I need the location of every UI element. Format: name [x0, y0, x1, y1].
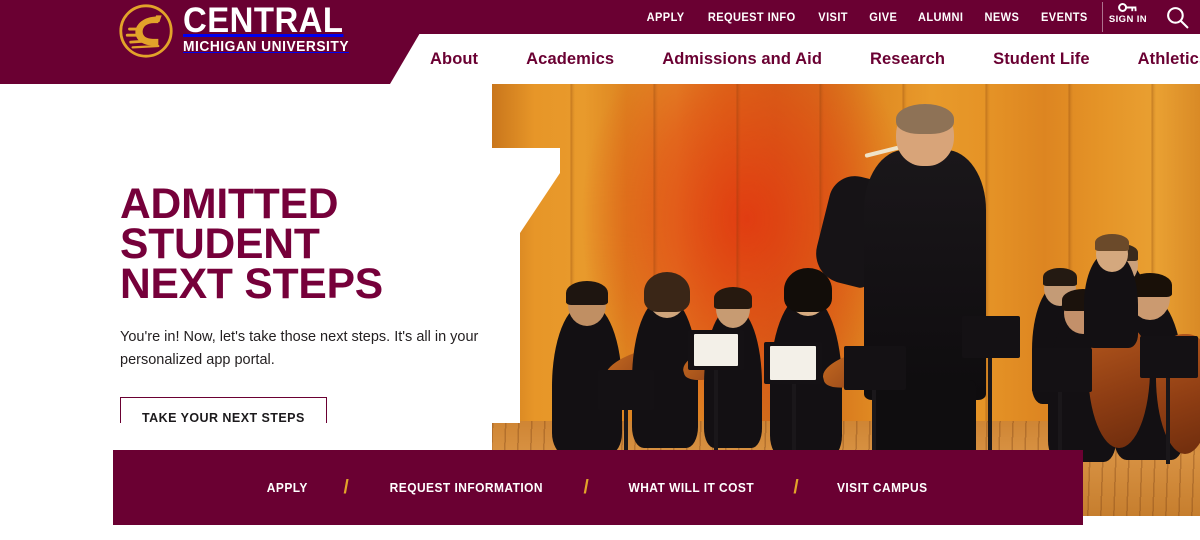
quick-link-separator: /	[343, 476, 349, 498]
main-nav-item-student-life[interactable]: Student Life	[993, 50, 1090, 69]
headline-line-2: NEXT STEPS	[120, 259, 383, 308]
key-icon	[1118, 3, 1137, 12]
utility-nav-item-news[interactable]: NEWS	[985, 10, 1020, 24]
utility-nav-divider	[1102, 2, 1103, 32]
quick-link-request-information[interactable]: REQUEST INFORMATION	[358, 480, 574, 495]
hero-card: ADMITTED STUDENT NEXT STEPS You're in! N…	[80, 148, 560, 423]
utility-nav: APPLY REQUEST INFO VISIT GIVE ALUMNI NEW…	[645, 0, 1090, 33]
performer-hair	[714, 287, 752, 309]
main-nav-item-research[interactable]: Research	[870, 50, 945, 69]
performer-hair	[1095, 234, 1129, 251]
music-stand-top	[1140, 336, 1198, 378]
sign-in-label: SIGN IN	[1108, 14, 1148, 25]
quick-link-what-will-it-cost[interactable]: WHAT WILL IT COST	[597, 480, 785, 495]
sheet-music	[770, 346, 816, 380]
utility-nav-item-apply[interactable]: APPLY	[646, 10, 684, 24]
headline-line-1: ADMITTED STUDENT	[120, 180, 339, 268]
performer-hair	[566, 281, 608, 305]
quick-link-visit-campus[interactable]: VISIT CAMPUS	[805, 480, 958, 495]
main-nav-item-athletics[interactable]: Athletics	[1138, 50, 1200, 69]
music-stand-pole	[988, 358, 992, 462]
logo-wordmark: CENTRAL MICHIGAN UNIVERSITY	[183, 1, 358, 56]
music-stand-top	[962, 316, 1020, 358]
logo-line-2: MICHIGAN UNIVERSITY	[183, 39, 350, 56]
quick-link-separator: /	[583, 476, 589, 498]
main-nav: About Academics Admissions and Aid Resea…	[430, 34, 1200, 84]
main-nav-item-about[interactable]: About	[430, 50, 478, 69]
sheet-music	[694, 334, 738, 366]
conductor-hair	[896, 104, 954, 134]
music-stand-pole	[1166, 378, 1170, 464]
logo-line-1: CENTRAL	[183, 1, 344, 41]
music-stand-pole	[714, 370, 718, 460]
site-logo[interactable]: CENTRAL MICHIGAN UNIVERSITY	[118, 2, 358, 60]
flying-c-logo-icon	[119, 4, 173, 58]
quick-link-separator: /	[793, 476, 799, 498]
utility-nav-item-give[interactable]: GIVE	[869, 10, 897, 24]
music-stand-top	[844, 346, 906, 390]
search-button[interactable]	[1162, 2, 1192, 32]
utility-nav-item-alumni[interactable]: ALUMNI	[918, 10, 963, 24]
main-nav-item-admissions-and-aid[interactable]: Admissions and Aid	[662, 50, 822, 69]
quick-link-apply[interactable]: APPLY	[235, 480, 339, 495]
performer	[704, 308, 762, 448]
main-nav-item-academics[interactable]: Academics	[526, 50, 614, 69]
take-your-next-steps-button[interactable]: TAKE YOUR NEXT STEPS	[120, 396, 327, 423]
utility-nav-item-visit[interactable]: VISIT	[819, 10, 849, 24]
page-title: ADMITTED STUDENT NEXT STEPS	[120, 183, 516, 306]
music-stand-top	[1032, 348, 1092, 392]
performer-hair	[1043, 268, 1077, 286]
music-stand-top	[598, 370, 654, 410]
quick-links-bar: APPLY / REQUEST INFORMATION / WHAT WILL …	[113, 450, 1083, 525]
page-root: CENTRAL MICHIGAN UNIVERSITY APPLY REQUES…	[0, 0, 1200, 540]
sign-in-button[interactable]: SIGN IN	[1104, 2, 1152, 25]
hero-body-text: You're in! Now, let's take those next st…	[120, 328, 479, 369]
utility-nav-item-events[interactable]: EVENTS	[1041, 10, 1088, 24]
hero-card-content: ADMITTED STUDENT NEXT STEPS You're in! N…	[120, 183, 520, 423]
performer-hair	[644, 272, 690, 312]
search-icon	[1166, 6, 1188, 28]
site-header: CENTRAL MICHIGAN UNIVERSITY APPLY REQUES…	[0, 0, 1200, 84]
utility-nav-item-request-info[interactable]: REQUEST INFO	[708, 10, 796, 24]
